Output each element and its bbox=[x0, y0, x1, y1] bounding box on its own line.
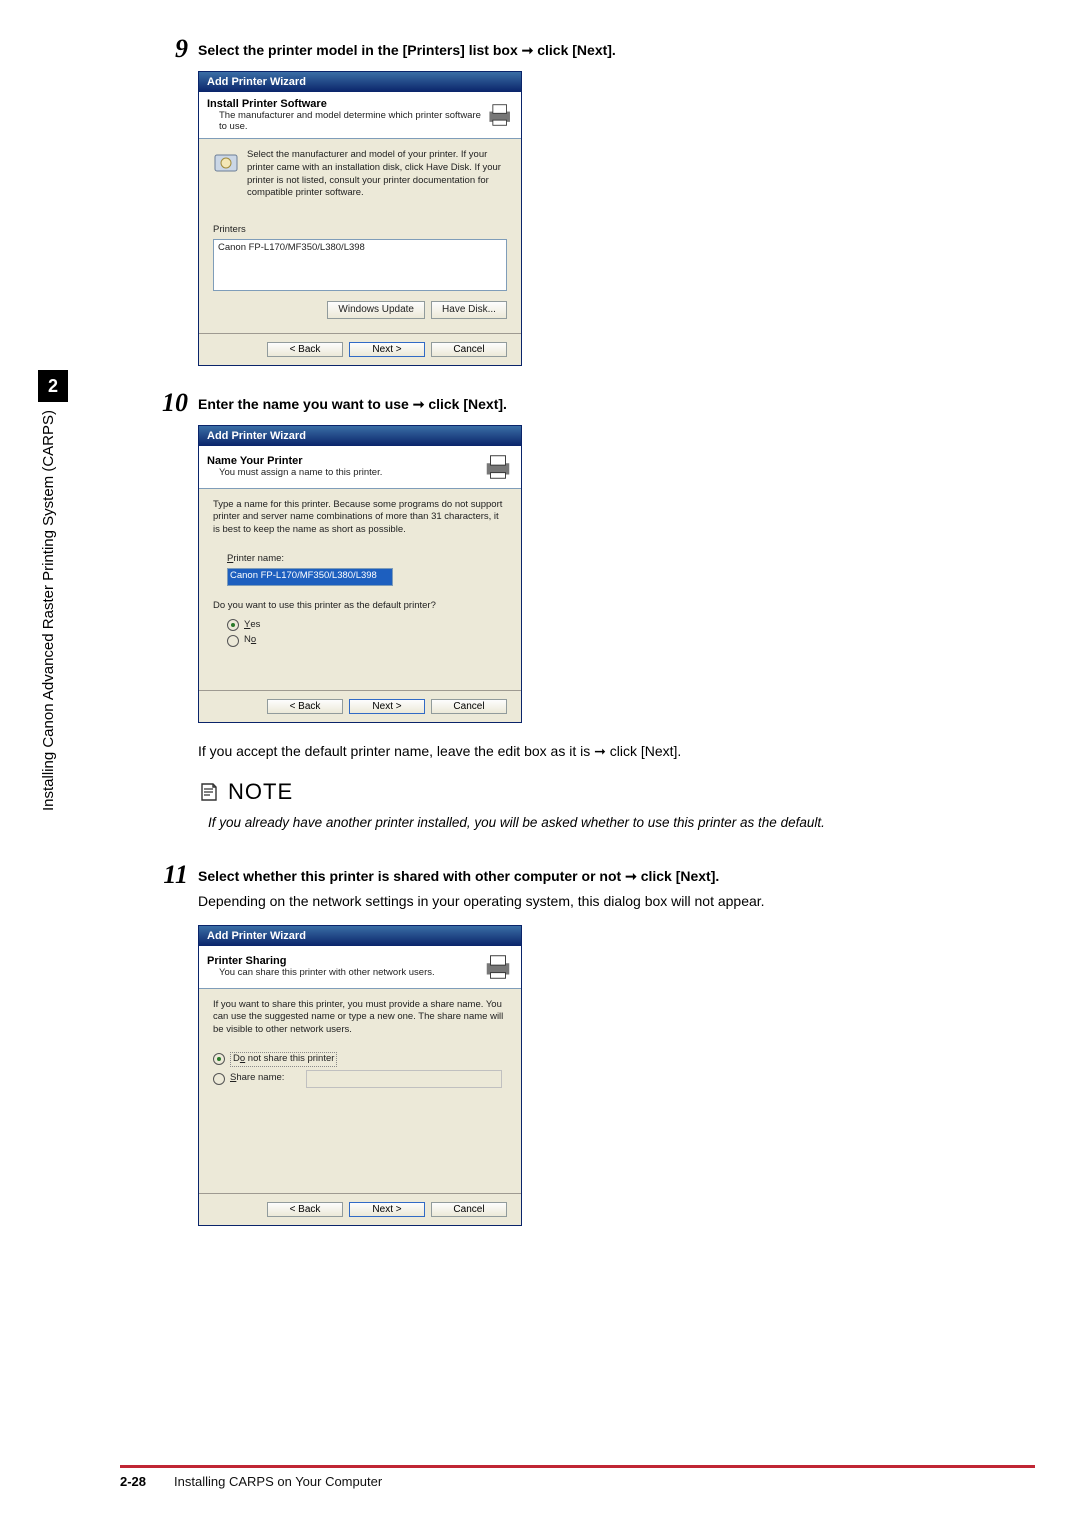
printers-label: Printers bbox=[213, 224, 507, 237]
next-button[interactable]: Next > bbox=[349, 699, 425, 714]
wizard-titlebar: Add Printer Wizard bbox=[199, 72, 521, 92]
wizard-titlebar: Add Printer Wizard bbox=[199, 426, 521, 446]
step-number: 10 bbox=[150, 390, 188, 416]
page-number: 2-28 bbox=[120, 1474, 146, 1489]
have-disk-button[interactable]: Have Disk... bbox=[431, 301, 507, 319]
step-title: Select whether this printer is shared wi… bbox=[198, 862, 1020, 885]
content-area: 9 Select the printer model in the [Print… bbox=[150, 36, 1020, 1250]
back-button[interactable]: < Back bbox=[267, 342, 343, 357]
note-icon bbox=[198, 781, 220, 803]
next-button[interactable]: Next > bbox=[349, 1202, 425, 1217]
wizard-body-text: If you want to share this printer, you m… bbox=[213, 999, 507, 1037]
disk-icon bbox=[213, 149, 239, 175]
wizard-header-title: Name Your Printer bbox=[207, 455, 382, 467]
cancel-button[interactable]: Cancel bbox=[431, 342, 507, 357]
chapter-title-vertical: Installing Canon Advanced Raster Printin… bbox=[40, 410, 57, 811]
step-after-text: If you accept the default printer name, … bbox=[198, 741, 1020, 763]
wizard-header: Install Printer Software The manufacture… bbox=[199, 92, 521, 139]
wizard-header-subtitle: You must assign a name to this printer. bbox=[219, 467, 382, 478]
cancel-button[interactable]: Cancel bbox=[431, 1202, 507, 1217]
share-name-input[interactable] bbox=[306, 1070, 502, 1088]
list-item[interactable]: Canon FP-L170/MF350/L380/L398 bbox=[218, 242, 502, 255]
windows-update-button[interactable]: Windows Update bbox=[327, 301, 425, 319]
printer-name-label: PPrinter name:rinter name: bbox=[227, 553, 507, 566]
cancel-button[interactable]: Cancel bbox=[431, 699, 507, 714]
step-title: Select the printer model in the [Printer… bbox=[198, 36, 1020, 59]
back-button[interactable]: < Back bbox=[267, 699, 343, 714]
page-footer: 2-28 Installing CARPS on Your Computer bbox=[120, 1465, 1035, 1489]
wizard-install-software: Add Printer Wizard Install Printer Softw… bbox=[198, 71, 522, 366]
back-button[interactable]: < Back bbox=[267, 1202, 343, 1217]
default-printer-question: Do you want to use this printer as the d… bbox=[213, 600, 507, 613]
wizard-body-text: Type a name for this printer. Because so… bbox=[213, 499, 507, 537]
step-subtitle: Depending on the network settings in you… bbox=[198, 891, 1020, 913]
step-number: 11 bbox=[150, 862, 188, 888]
next-button[interactable]: Next > bbox=[349, 342, 425, 357]
page: 2 Installing Canon Advanced Raster Print… bbox=[0, 0, 1080, 1529]
radio-no[interactable]: No bbox=[227, 634, 507, 647]
note-body: If you already have another printer inst… bbox=[208, 813, 1020, 834]
footer-rule bbox=[120, 1465, 1035, 1468]
printer-icon bbox=[483, 452, 513, 482]
radio-do-not-share[interactable]: Do not share this printer bbox=[213, 1052, 507, 1067]
wizard-name-printer: Add Printer Wizard Name Your Printer You… bbox=[198, 425, 522, 724]
wizard-header-title: Printer Sharing bbox=[207, 955, 435, 967]
wizard-body-text: Select the manufacturer and model of you… bbox=[247, 149, 507, 200]
note-label: NOTE bbox=[228, 779, 293, 805]
printers-listbox[interactable]: Canon FP-L170/MF350/L380/L398 bbox=[213, 239, 507, 291]
wizard-header-title: Install Printer Software bbox=[207, 98, 486, 110]
step-9: 9 Select the printer model in the [Print… bbox=[150, 36, 1020, 384]
wizard-header-subtitle: You can share this printer with other ne… bbox=[219, 967, 435, 978]
wizard-titlebar: Add Printer Wizard bbox=[199, 926, 521, 946]
printer-icon bbox=[486, 100, 513, 130]
printer-icon bbox=[483, 952, 513, 982]
radio-share-name[interactable]: Share name: bbox=[213, 1070, 507, 1088]
radio-yes[interactable]: Yes bbox=[227, 619, 507, 632]
step-title: Enter the name you want to use ➞ click [… bbox=[198, 390, 1020, 413]
step-number: 9 bbox=[150, 36, 188, 62]
chapter-tab: 2 bbox=[38, 370, 68, 402]
step-11: 11 Select whether this printer is shared… bbox=[150, 862, 1020, 1244]
wizard-header-subtitle: The manufacturer and model determine whi… bbox=[219, 110, 486, 132]
step-10: 10 Enter the name you want to use ➞ clic… bbox=[150, 390, 1020, 834]
wizard-printer-sharing: Add Printer Wizard Printer Sharing You c… bbox=[198, 925, 522, 1226]
footer-text: Installing CARPS on Your Computer bbox=[174, 1474, 382, 1489]
printer-name-input[interactable]: Canon FP-L170/MF350/L380/L398 bbox=[227, 568, 393, 586]
